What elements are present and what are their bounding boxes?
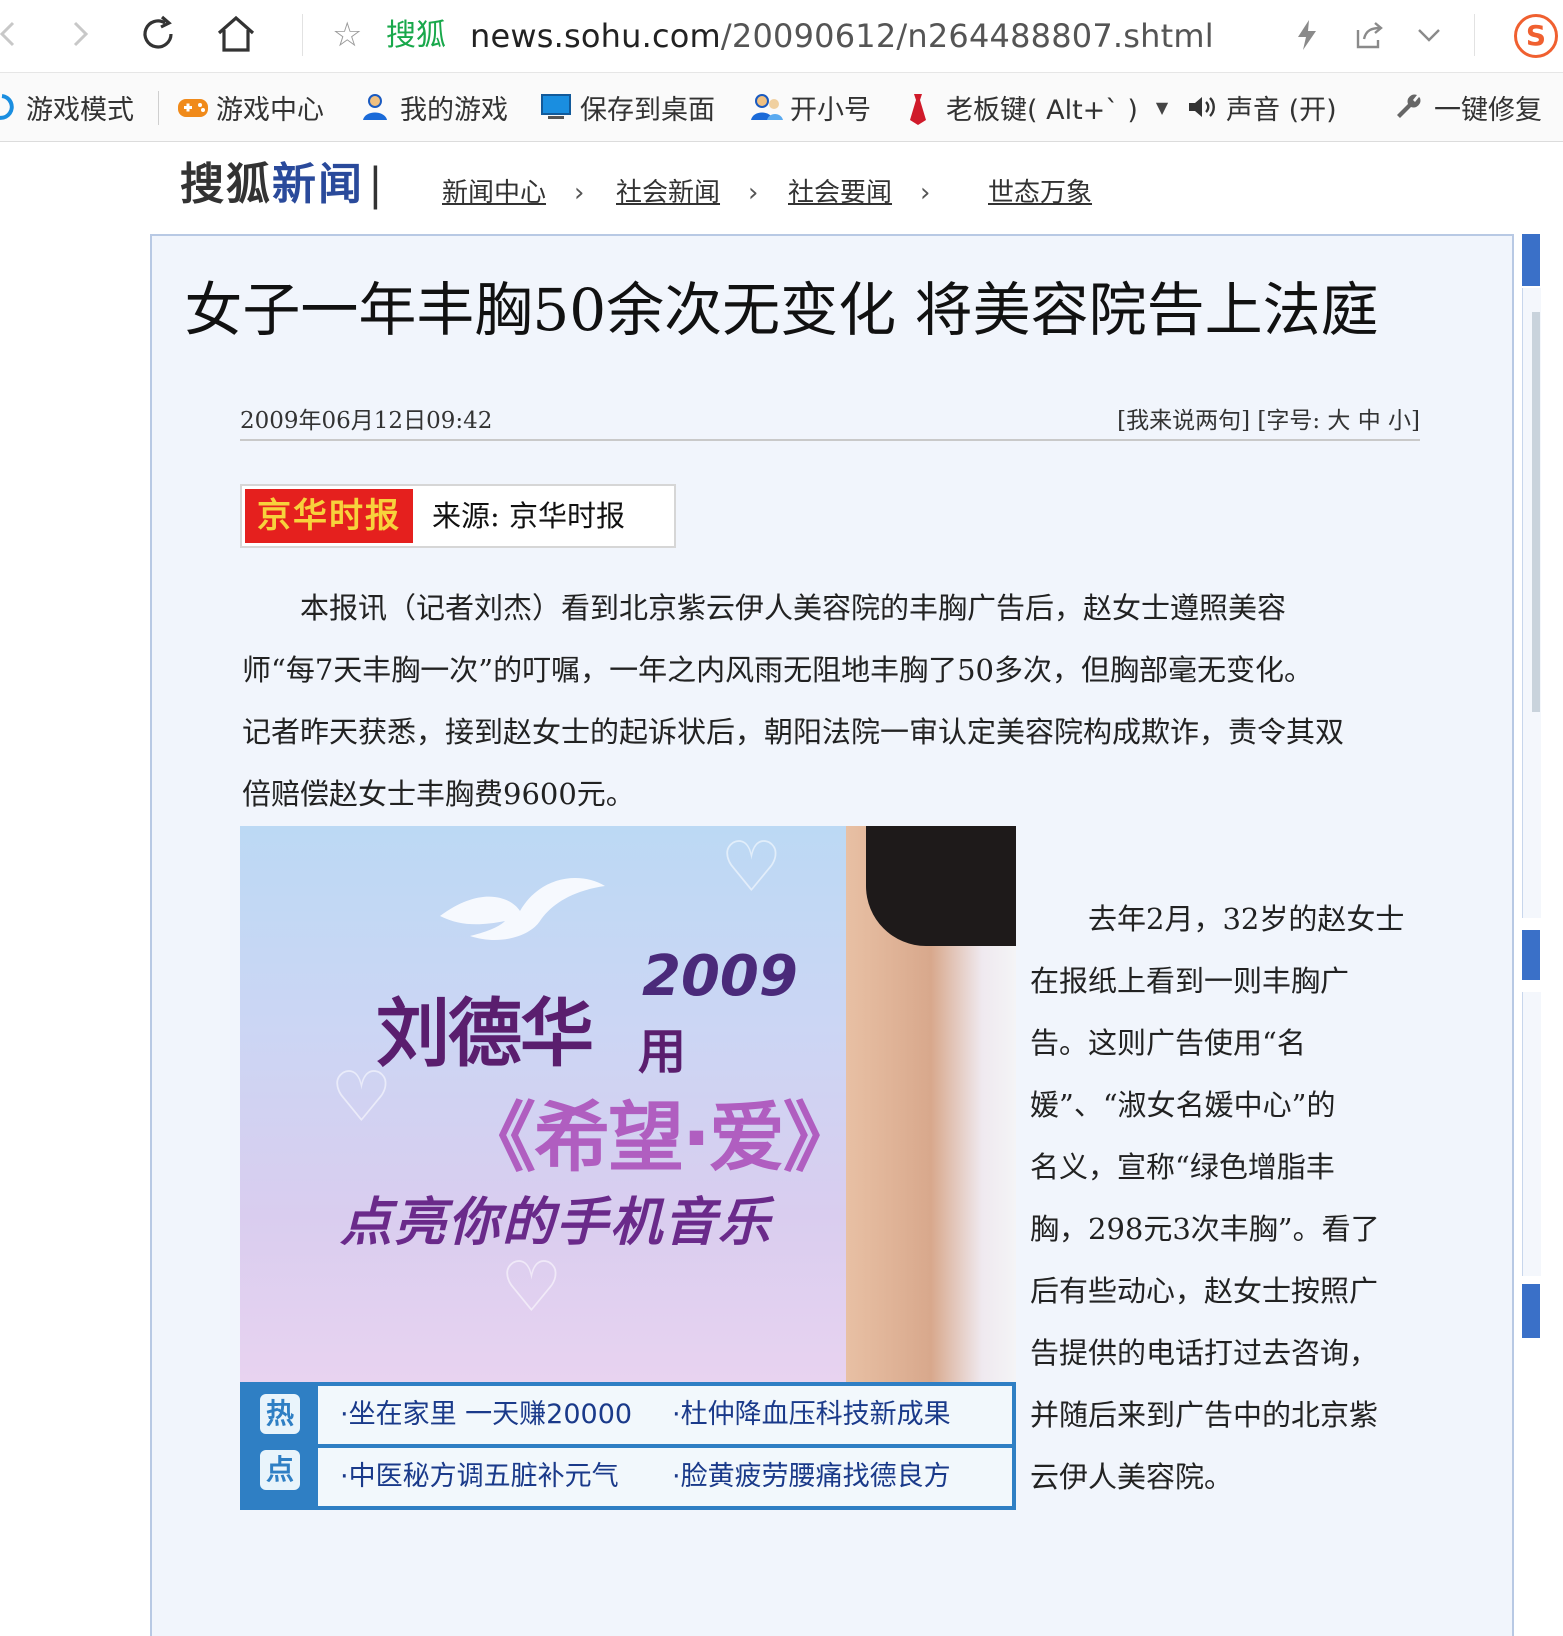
ad-banner-image[interactable]: ♡ ♡ ♡ ♡ 2009 刘德华 用 《希望·爱》 点亮你的手机音乐 [240, 826, 1016, 1382]
wrench-icon [1394, 92, 1424, 122]
source-box: 京华时报 来源: 京华时报 [240, 484, 676, 548]
source-label: 来源: 京华时报 [432, 499, 625, 533]
dove-decoration [440, 878, 605, 941]
hot-link[interactable]: ·坐在家里 一天赚20000 [340, 1398, 632, 1432]
chevron-down-icon[interactable] [1412, 18, 1446, 52]
article-tools[interactable]: [我来说两句] [字号: 大 中 小] [1117, 401, 1420, 435]
url-path: /20090612/n264488807.shtml [720, 17, 1214, 55]
bookmark-sound[interactable]: 声音 (开) [1186, 73, 1337, 141]
hot-link[interactable]: ·脸黄疲劳腰痛找德良方 [672, 1460, 951, 1494]
tie-icon [906, 92, 936, 125]
user-icon [360, 92, 390, 122]
ad-artist-name: 刘德华 [376, 991, 594, 1077]
bookmark-label: 声音 (开) [1226, 94, 1337, 126]
heart-decoration: ♡ [720, 826, 783, 908]
bookmark-small-account[interactable]: 开小号 [750, 73, 871, 141]
bookmark-label: 一键修复 [1434, 94, 1542, 126]
article-title: 女子一年丰胸50余次无变化 将美容院告上法庭 [184, 276, 1379, 344]
ad-portrait-hair [866, 826, 1016, 946]
hot-links-row: ·坐在家里 一天赚20000 ·杜仲降血压科技新成果 [318, 1386, 1012, 1444]
hot-links-row: ·中医秘方调五脏补元气 ·脸黄疲劳腰痛找德良方 [318, 1448, 1012, 1506]
lightning-icon[interactable] [1290, 18, 1324, 52]
sidebar-sliver [1522, 992, 1541, 1276]
hot-label: 热点 [248, 1390, 312, 1504]
bookmark-boss-key[interactable]: 老板键( Alt+` ) ▼ [906, 73, 1168, 141]
breadcrumb-separator: › [748, 178, 759, 208]
bookmark-label: 游戏模式 [26, 94, 134, 126]
star-icon[interactable]: ☆ [332, 16, 362, 54]
bookmark-label: 我的游戏 [400, 94, 508, 126]
breadcrumb-separator: › [920, 178, 931, 208]
back-icon[interactable] [0, 12, 30, 56]
breadcrumb-separator: › [574, 178, 585, 208]
bookmark-divider [158, 91, 159, 125]
article-meta: 2009年06月12日09:42 [我来说两句] [字号: 大 中 小] [240, 399, 1420, 441]
jinghua-times-logo[interactable]: 京华时报 [245, 489, 413, 543]
bookmark-save-desktop[interactable]: 保存到桌面 [540, 73, 715, 141]
breadcrumb-society-headlines[interactable]: 社会要闻 [788, 176, 892, 210]
address-input[interactable]: news.sohu.com/20090612/n264488807.shtml [470, 14, 1214, 58]
browser-toolbar: ☆ 搜狐 news.sohu.com/20090612/n264488807.s… [0, 0, 1563, 73]
advertisement[interactable]: ♡ ♡ ♡ ♡ 2009 刘德华 用 《希望·爱》 点亮你的手机音乐 热点 ·坐… [240, 826, 1016, 1512]
sidebar-image-sliver [1532, 312, 1540, 712]
breadcrumb-news-center[interactable]: 新闻中心 [442, 176, 546, 210]
site-brand: 搜狐 [386, 18, 446, 53]
hot-link[interactable]: ·杜仲降血压科技新成果 [672, 1398, 951, 1432]
sidebar-sliver [1522, 930, 1540, 980]
game-mode-icon [0, 92, 16, 122]
bookmark-game-mode[interactable]: 游戏模式 [0, 73, 134, 141]
page-content: 搜狐新闻| 新闻中心 › 社会新闻 › 社会要闻 › 世态万象 女子一年丰胸50… [0, 142, 1563, 1636]
hot-links-box: 热点 ·坐在家里 一天赚20000 ·杜仲降血压科技新成果 ·中医秘方调五脏补元… [240, 1382, 1016, 1510]
article-paragraph-2: 去年2月，32岁的赵女士 在报纸上看到一则丰胸广 告。这则广告使用“名 媛”、“… [1030, 902, 1405, 1494]
bookmark-my-games[interactable]: 我的游戏 [360, 73, 508, 141]
dropdown-arrow-icon[interactable]: ▼ [1156, 98, 1168, 117]
reload-icon[interactable] [136, 12, 180, 56]
bookmark-game-center[interactable]: 游戏中心 [176, 73, 324, 141]
ad-year: 2009 [642, 944, 798, 1009]
bookmarks-bar: 游戏模式 游戏中心 我的游戏 保存到桌面 开小号 老板键( Alt+` ) ▼ … [0, 73, 1563, 142]
breadcrumb-world-affairs[interactable]: 世态万象 [988, 176, 1092, 210]
article-date: 2009年06月12日09:42 [240, 408, 493, 434]
bookmark-label: 保存到桌面 [580, 94, 715, 126]
bookmark-repair[interactable]: 一键修复 [1394, 73, 1542, 141]
ad-song-title: 《希望·爱》 [460, 1093, 859, 1182]
breadcrumb-society-news[interactable]: 社会新闻 [616, 176, 720, 210]
sidebar-sliver [1522, 1284, 1540, 1338]
sohu-news-logo[interactable]: 搜狐新闻| [180, 158, 385, 212]
ad-slogan: 点亮你的手机音乐 [340, 1193, 773, 1253]
gamepad-icon [176, 92, 208, 122]
home-icon[interactable] [214, 12, 258, 56]
bookmark-label: 老板键( Alt+` ) [946, 94, 1138, 126]
url-domain: news.sohu.com [470, 17, 721, 55]
article-paragraph-1: 本报讯（记者刘杰）看到北京紫云伊人美容院的丰胸广告后，赵女士遵照美容 师“每7天… [242, 591, 1345, 811]
bookmark-label: 游戏中心 [216, 94, 324, 126]
bookmark-label: 开小号 [790, 94, 871, 126]
forward-icon[interactable] [58, 12, 102, 56]
users-icon [750, 92, 783, 122]
ad-use-text: 用 [638, 1024, 687, 1080]
sogou-icon[interactable]: S [1514, 14, 1558, 58]
hot-link[interactable]: ·中医秘方调五脏补元气 [340, 1460, 619, 1494]
speaker-icon [1186, 92, 1216, 122]
share-icon[interactable] [1352, 18, 1386, 52]
toolbar-divider [302, 14, 303, 56]
toolbar-divider [1474, 14, 1475, 56]
heart-decoration: ♡ [500, 1246, 563, 1328]
monitor-icon [540, 92, 571, 122]
